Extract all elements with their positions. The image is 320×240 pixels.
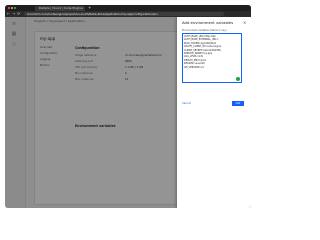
- grammar-check-icon[interactable]: [236, 77, 240, 81]
- cancel-button[interactable]: Cancel: [182, 102, 191, 105]
- close-window-icon[interactable]: [8, 7, 10, 9]
- close-icon[interactable]: ×: [243, 20, 246, 25]
- env-line: API_VERSION=v2: [184, 65, 204, 69]
- page-content: ≡ ▦ ◇ Projects / my-project / Applicatio…: [5, 17, 251, 208]
- url-field[interactable]: cloud.ibm.com/codeengine/project/us-sout…: [24, 12, 224, 16]
- maximize-window-icon[interactable]: [14, 7, 16, 9]
- url-text: cloud.ibm.com/codeengine/project/us-sout…: [27, 12, 158, 16]
- new-tab-button[interactable]: +: [88, 6, 91, 10]
- browser-window: Details | Cloud | Code Engine + ← → ⟳ cl…: [5, 5, 251, 208]
- minimize-window-icon[interactable]: [11, 7, 13, 9]
- add-button[interactable]: Add: [232, 101, 244, 106]
- drawer-title: Add environment variables: [182, 20, 234, 25]
- env-textarea[interactable]: AUTH_BASE_URL=http://api AUTH_BASE_EXTER…: [182, 33, 242, 83]
- textarea-label: Environment variables (literal or key): [182, 29, 227, 32]
- add-env-drawer: Add environment variables × Environment …: [177, 17, 251, 208]
